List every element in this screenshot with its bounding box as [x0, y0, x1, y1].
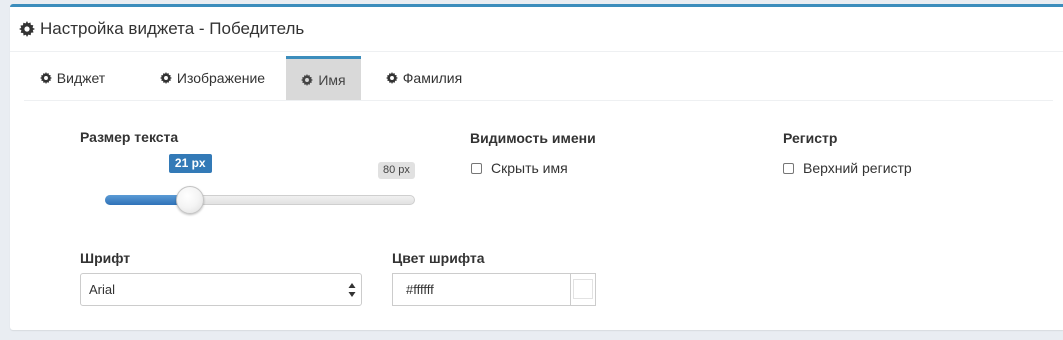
panel-title: Настройка виджета - Победитель — [40, 19, 305, 38]
color-picker-button[interactable] — [570, 273, 596, 306]
font-color-input[interactable]: #ffffff — [392, 273, 570, 306]
tab-surname-label: Фамилия — [402, 70, 463, 86]
tab-name-label: Имя — [318, 71, 346, 88]
hide-name-option[interactable]: Скрыть имя — [471, 160, 568, 176]
gear-icon — [39, 72, 52, 84]
font-color-label: Цвет шрифта — [392, 250, 485, 266]
tab-widget-label: Виджет — [56, 70, 106, 86]
hide-name-checkbox[interactable] — [471, 162, 482, 174]
tab-image[interactable]: Изображение — [141, 56, 284, 100]
register-label: Регистр — [783, 130, 838, 146]
uppercase-checkbox[interactable] — [783, 162, 794, 174]
uppercase-label: Верхний регистр — [803, 160, 912, 176]
font-label: Шрифт — [80, 250, 131, 266]
tab-surname[interactable]: Фамилия — [369, 56, 479, 100]
tab-bar: Виджет Изображение Имя Фамилия — [24, 56, 1053, 101]
hide-name-label: Скрыть имя — [491, 160, 568, 176]
slider-max-badge: 80 px — [378, 162, 415, 179]
tab-widget[interactable]: Виджет — [24, 56, 121, 100]
slider-value-badge: 21 px — [168, 154, 212, 173]
font-select-value: Arial — [89, 282, 116, 297]
text-size-label: Размер текста — [80, 129, 179, 145]
tab-image-label: Изображение — [176, 70, 266, 86]
panel-header: Настройка виджета - Победитель — [10, 7, 1063, 52]
gear-icon — [19, 21, 35, 37]
gear-icon — [385, 72, 398, 84]
gear-icon — [159, 72, 172, 84]
font-color-value: #ffffff — [406, 282, 434, 297]
tab-name[interactable]: Имя — [286, 56, 361, 100]
color-swatch — [573, 279, 593, 299]
gear-icon — [301, 73, 314, 86]
select-arrows-icon — [348, 283, 356, 297]
font-select[interactable]: Arial — [80, 273, 362, 306]
name-visibility-label: Видимость имени — [470, 130, 596, 146]
uppercase-option[interactable]: Верхний регистр — [783, 160, 912, 176]
